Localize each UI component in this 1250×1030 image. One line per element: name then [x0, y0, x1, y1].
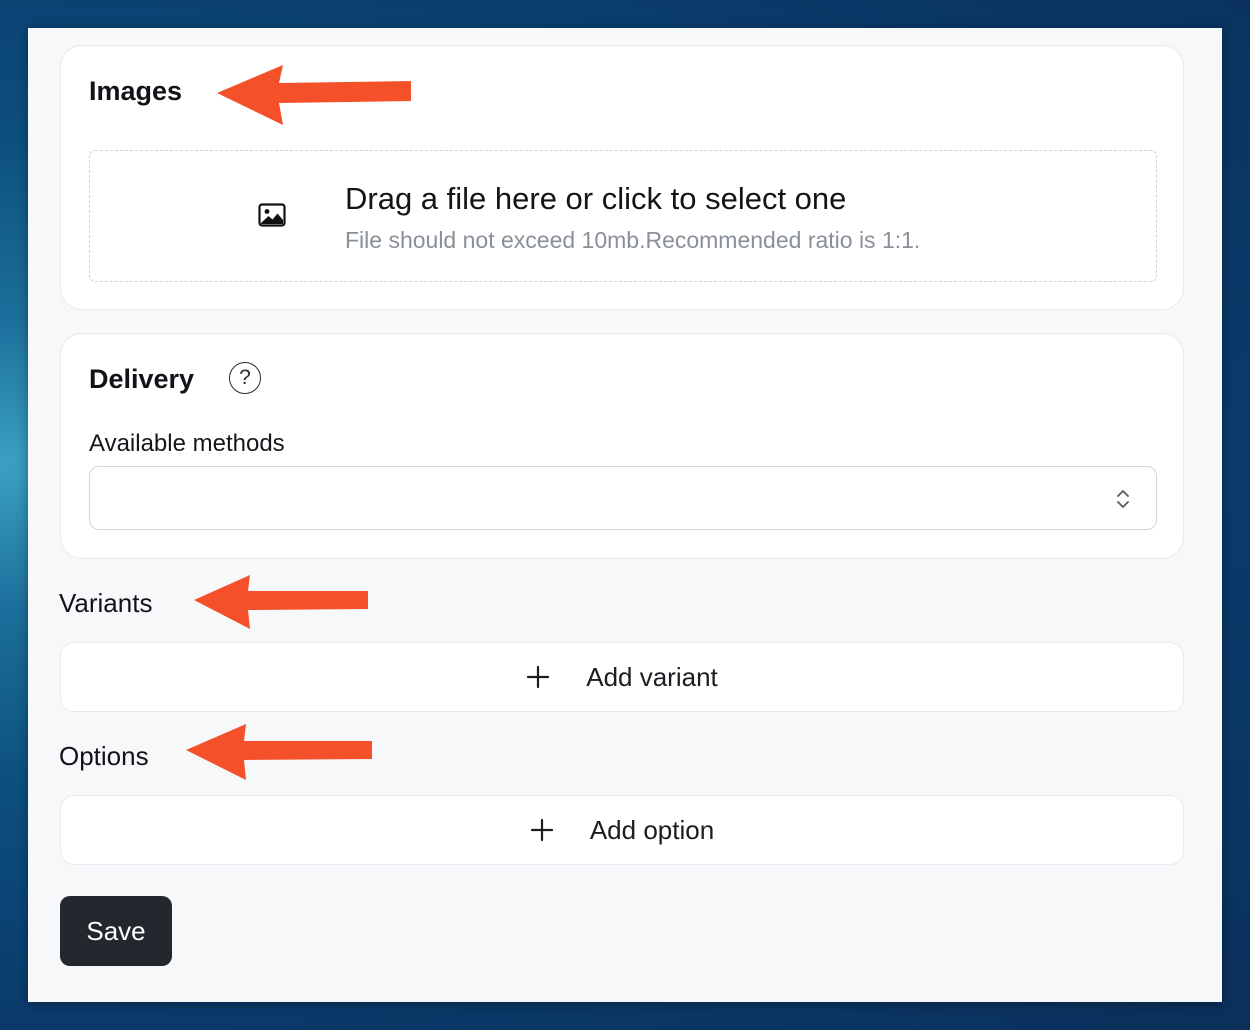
delivery-card: Delivery ? Available methods	[60, 333, 1184, 559]
dropzone-instruction: Drag a file here or click to select one	[345, 181, 847, 216]
plus-icon	[530, 818, 554, 842]
save-button[interactable]: Save	[60, 896, 172, 966]
add-variant-label: Add variant	[586, 661, 718, 692]
images-title: Images	[89, 76, 183, 106]
delivery-title: Delivery	[89, 364, 195, 394]
form-panel: Images Drag a file here or click to sele…	[28, 28, 1222, 1002]
annotation-arrow-variants	[194, 575, 368, 629]
question-circle-icon[interactable]: ?	[229, 362, 261, 394]
add-variant-button[interactable]: Add variant	[60, 642, 1184, 712]
add-option-label: Add option	[589, 814, 715, 845]
add-option-button[interactable]: Add option	[60, 795, 1184, 865]
image-icon	[258, 203, 286, 227]
plus-icon	[526, 665, 550, 689]
chevron-up-down-icon	[1114, 487, 1132, 511]
available-methods-select[interactable]	[89, 466, 1157, 530]
variants-title: Variants	[59, 588, 153, 618]
dropzone-hint: File should not exceed 10mb.Recommended …	[345, 227, 921, 253]
annotation-arrow-options	[186, 724, 372, 780]
available-methods-label: Available methods	[89, 430, 285, 457]
options-title: Options	[59, 741, 149, 771]
annotation-arrow-images	[217, 65, 411, 125]
image-dropzone[interactable]: Drag a file here or click to select one …	[89, 150, 1157, 282]
